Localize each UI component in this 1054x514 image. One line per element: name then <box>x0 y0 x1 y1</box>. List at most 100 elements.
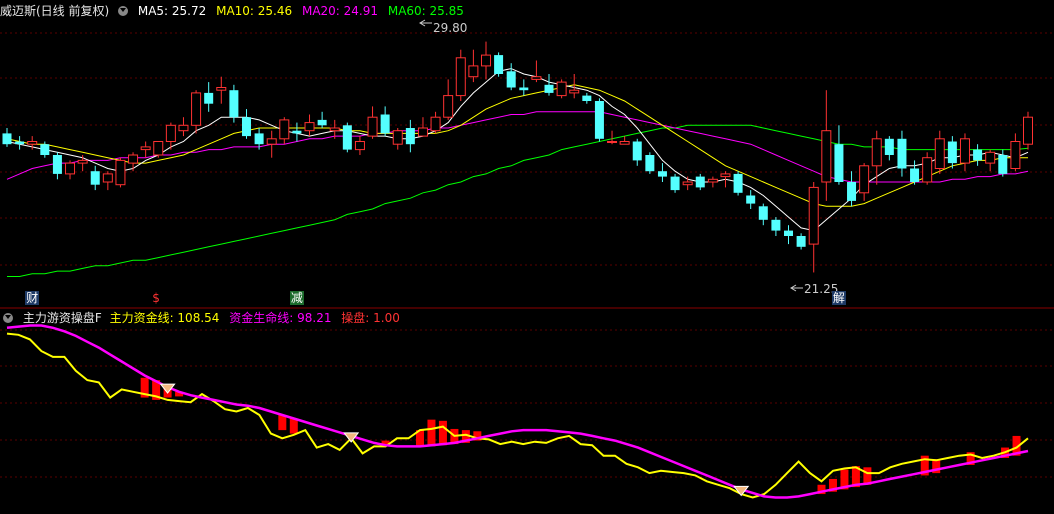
trade-label: 操盘: 1.00 <box>341 311 400 325</box>
candle-body-up <box>367 116 378 137</box>
candle-body-up <box>468 65 479 78</box>
candle-body-down <box>973 149 983 161</box>
candle-body-down <box>90 171 100 185</box>
candle-body-up <box>279 119 290 140</box>
indicator-name[interactable]: 主力游资操盘F <box>23 311 102 325</box>
candle-body-up <box>607 141 618 143</box>
candle-body-up <box>455 57 466 97</box>
candle-body-down <box>594 101 604 139</box>
candle-body-up <box>556 81 567 97</box>
candle-body-up <box>720 173 731 178</box>
candle-body-down <box>632 141 642 161</box>
candle-body-down <box>292 130 302 134</box>
candle-body-down <box>2 133 12 145</box>
candle-body-down <box>204 92 214 104</box>
candle-body-up <box>304 122 315 132</box>
candle-body-up <box>266 138 277 145</box>
sub-indicator-lines <box>6 324 1029 499</box>
trade-bar <box>427 419 436 447</box>
sub-legend: 主力游资操盘F 主力资金线: 108.54 资金生命线: 98.21 操盘: 1… <box>0 310 406 326</box>
candle-body-up <box>480 54 491 67</box>
candle-body-up <box>1010 141 1021 169</box>
candle-body-down <box>582 95 592 101</box>
candle-body-up <box>102 173 113 183</box>
event-marker[interactable]: 减 <box>289 291 304 305</box>
candle-body-up <box>808 186 819 245</box>
candle-body-up <box>417 127 428 137</box>
candle-body-up <box>392 130 403 145</box>
candle-body-up <box>922 157 933 183</box>
candle-body-up <box>959 138 970 164</box>
candle-body-up <box>115 159 126 186</box>
trade-bar <box>278 415 287 431</box>
candle-body-down <box>998 155 1008 174</box>
grid-lines <box>0 32 1054 478</box>
candle-body-down <box>758 206 768 220</box>
candle-body-up <box>128 154 139 164</box>
candle-body-up <box>871 138 882 167</box>
candle-body-down <box>695 176 705 188</box>
ma5-label: MA5: 25.72 <box>137 4 207 18</box>
candle-body-up <box>985 151 996 164</box>
candle-body-down <box>317 119 327 126</box>
candle-body-down <box>884 138 894 155</box>
candle-body-up <box>531 76 542 80</box>
stock-title: 威迈斯(日线 前复权) <box>0 4 110 18</box>
candle-body-up <box>65 162 76 175</box>
candle-body-down <box>241 117 251 137</box>
candle-body-down <box>733 173 743 193</box>
candle-body-down <box>897 138 907 169</box>
candle-body-down <box>380 114 390 134</box>
candle-body-down <box>910 168 920 182</box>
candle-body-up <box>934 138 945 170</box>
candle-body-up <box>619 141 630 145</box>
candle-body-up <box>153 141 164 156</box>
candle-body-up <box>77 159 88 164</box>
candle-body-up <box>430 116 441 132</box>
candle-body-down <box>771 219 781 231</box>
candle-body-down <box>519 87 529 91</box>
candle-body-up <box>216 87 227 91</box>
dropdown-circle-icon[interactable] <box>118 6 129 16</box>
trade-bar <box>438 420 447 446</box>
candle-body-down <box>670 176 680 191</box>
candle-body-down <box>947 141 957 164</box>
main-legend: 威迈斯(日线 前复权) MA5: 25.72 MA10: 25.46 MA20:… <box>0 3 470 19</box>
indicator-dropdown-circle-icon[interactable] <box>3 313 13 323</box>
event-marker[interactable]: 解 <box>831 291 846 305</box>
event-marker[interactable]: $ <box>151 291 161 305</box>
candle-body-up <box>191 92 202 126</box>
ma60-label: MA60: 25.85 <box>387 4 464 18</box>
candle-body-down <box>40 144 50 155</box>
main-fund-line-label: 主力资金线: 108.54 <box>109 311 220 325</box>
candle-body-down <box>645 155 655 172</box>
high-price-label: 29.80 <box>433 21 467 35</box>
candle-body-down <box>15 141 25 145</box>
candle-body-down <box>796 236 806 247</box>
candle-body-up <box>354 141 365 151</box>
candle-body-up <box>165 124 176 143</box>
candle-body-down <box>52 155 62 174</box>
ma10-label: MA10: 25.46 <box>216 4 293 18</box>
trade-bar <box>289 418 298 434</box>
candle-body-up <box>859 165 870 194</box>
fund-lifeline-label: 资金生命线: 98.21 <box>229 311 332 325</box>
chart-canvas: 29.80 21.25 <box>0 19 1054 499</box>
candle-body-down <box>254 133 264 145</box>
candle-body-down <box>342 125 352 150</box>
fund-lifeline <box>6 324 1029 499</box>
candle-body-up <box>1023 116 1033 145</box>
candle-body-down <box>229 90 239 118</box>
candle-body-down <box>494 55 504 74</box>
candle-body-down <box>784 230 794 236</box>
event-marker[interactable]: 财 <box>25 291 40 305</box>
candle-body-up <box>707 178 718 183</box>
candle-body-up <box>682 181 693 186</box>
candle-body-up <box>821 130 832 183</box>
ma20-label: MA20: 24.91 <box>301 4 379 18</box>
main-candles <box>2 41 1033 273</box>
candle-body-down <box>405 128 415 145</box>
candle-body-up <box>178 124 189 132</box>
main-fund-line <box>6 332 1029 499</box>
candle-body-down <box>506 71 516 88</box>
